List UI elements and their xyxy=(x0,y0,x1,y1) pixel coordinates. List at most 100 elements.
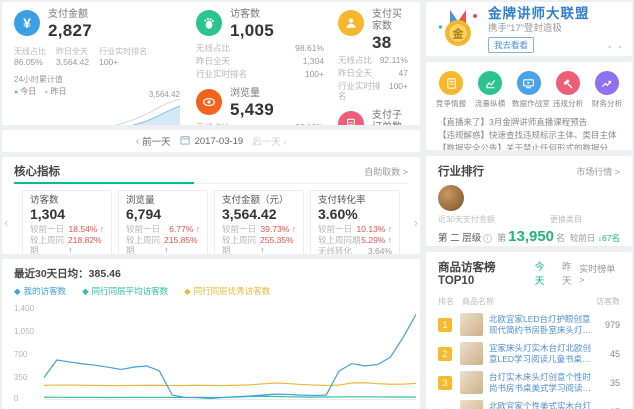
nav-competitive-intel[interactable]: 竞争情报 xyxy=(433,71,469,109)
realtime-ranking-link[interactable]: 实时榜单 > xyxy=(579,262,620,285)
payment-stats: 无线占比86.05% 昨日全天3,564.42 行业实时排名100+ xyxy=(14,47,182,68)
legend-my-visitors[interactable]: ◆我的访客数 xyxy=(14,285,66,297)
chevron-right-icon: › xyxy=(283,137,286,148)
product-thumbnail xyxy=(460,342,483,365)
top10-title: 商品访客榜TOP10 xyxy=(438,259,525,287)
legend-label: 同行同层优秀访客数 xyxy=(194,285,271,297)
legend-label: 同行同层平均访客数 xyxy=(92,285,169,297)
metric-tile-pageviews[interactable]: 浏览量 5,439 无线占比99.10% 昨日全天6,794 xyxy=(196,88,324,125)
metric-label: 浏览量 xyxy=(230,88,274,100)
prev-day-label: 前一天 xyxy=(142,137,171,148)
stat-key: 昨日全天 xyxy=(56,47,89,57)
table-row[interactable]: 3 台灯实木床头灯创意个性时尚书房书桌美式学习阅读礼物台灯 35 xyxy=(438,371,620,394)
tab-value: 1,304 xyxy=(30,206,104,223)
metric-tile-visitors[interactable]: 访客数 1,005 无线占比98.61% 昨日全天1,304 行业实时排名100… xyxy=(196,9,324,79)
tab-today[interactable]: 今天 xyxy=(535,259,552,287)
top10-table-header: 排名 商品名称 访客数 xyxy=(438,296,620,307)
switch-category-link[interactable]: 更换类目 xyxy=(550,214,582,225)
next-day-button[interactable]: 后一天 › xyxy=(252,134,286,148)
line-chart-plot xyxy=(44,308,416,400)
tab-yesterday[interactable]: 昨天 xyxy=(562,259,579,287)
legend-peer-excellent[interactable]: ◆同行同层优秀访客数 xyxy=(184,285,270,297)
visitors-30d-chart: 1,400 1,050 700 350 0 xyxy=(14,304,408,408)
self-service-data-link[interactable]: 自助取数 > xyxy=(364,165,408,178)
nav-data-war-room[interactable]: 数据作战室 xyxy=(511,71,547,109)
tab-visitors[interactable]: 访客数 1,304 较前一日18.54% ↑ 较上周同期218.82% ↑ 无线… xyxy=(22,190,112,254)
stat-value: 99.10% xyxy=(295,122,324,125)
tabs-scroll-right-icon[interactable]: › xyxy=(414,215,418,230)
table-row[interactable]: 2 宜家床头灯实木台灯北欧创意LED学习阅读儿童书桌卧室床头台灯 45 xyxy=(438,342,620,365)
tab-conversion-rate[interactable]: 支付转化率 3.60% 较前一日10.13% ↑ 较上周同期5.29% ↑ 无线… xyxy=(310,190,400,254)
table-row[interactable]: 1 北欧宜家LED台灯护眼创意现代简约书房卧室床头灯学习阅读台灯 979 xyxy=(438,313,620,336)
header-visitors: 访客数 xyxy=(592,296,620,307)
tab-label: 浏览量 xyxy=(126,195,200,206)
legend-peer-average[interactable]: ◆同行同层平均访客数 xyxy=(82,285,168,297)
buyer-person-icon xyxy=(338,10,364,36)
announcement-item[interactable]: 【数据安全公告】关于禁止任何形式的数据分享的公告 xyxy=(438,142,620,150)
diamond-marker-icon: ◆ xyxy=(14,286,21,297)
tab-payment-amount[interactable]: 支付金额（元） 3,564.42 较前一日39.73% ↑ 较上周同期255.3… xyxy=(214,190,304,254)
date-picker[interactable]: 2017-03-19 xyxy=(195,136,244,147)
rank-number: 13,950 xyxy=(508,228,554,245)
info-icon[interactable]: i xyxy=(483,234,492,243)
visitor-count: 45 xyxy=(592,349,620,359)
tab-value: 3,564.42 xyxy=(222,206,296,223)
stat-value: 215.85% xyxy=(164,235,198,245)
stat-value: 218.82% xyxy=(68,235,102,245)
stat-key: 无线占比 xyxy=(196,122,230,125)
stat-key: 无线占比 xyxy=(196,43,230,53)
tabs-scroll-left-icon[interactable]: ‹ xyxy=(4,215,8,230)
legend-yesterday[interactable]: 昨日 xyxy=(50,87,66,96)
product-title-link[interactable]: 宜家床头灯实木台灯北欧创意LED学习阅读儿童书桌卧室床头台灯 xyxy=(489,343,592,365)
product-thumbnail xyxy=(460,400,483,409)
carousel-dots[interactable]: ● ● xyxy=(608,44,624,51)
product-title-link[interactable]: 北欧宜家LED台灯护眼创意现代简约书房卧室床头灯学习阅读台灯 xyxy=(489,314,592,336)
monitor-icon xyxy=(517,71,541,95)
legend-today[interactable]: 今日 xyxy=(20,87,36,96)
stat-value: 100+ xyxy=(305,69,324,79)
stat-key: 无线转化 xyxy=(318,246,352,254)
announcement-item[interactable]: 【违规解惑】快速查找违规标示主体、类目主体 xyxy=(438,129,620,142)
core-metrics-card: 核心指标 自助取数 > ‹ › 访客数 1,304 较前一日18.54% ↑ 较… xyxy=(2,157,420,254)
tab-label: 访客数 xyxy=(30,195,104,206)
promo-banner[interactable]: 金 金牌讲师大联盟 携手“17”登封造极 我去看看 ● ● xyxy=(426,2,632,56)
quick-nav-card: 竞争情报 流量纵横 数据作战室 xyxy=(426,62,632,150)
product-title-link[interactable]: 北欧宜家个性美式实木台灯 简约现代 xyxy=(489,401,592,409)
stat-key: 较前一日 xyxy=(222,224,256,234)
nav-traffic-analysis[interactable]: 流量纵横 xyxy=(472,71,508,109)
rank-number: 4 xyxy=(438,405,452,409)
legend-label: 我的访客数 xyxy=(24,285,67,297)
metric-tile-paying-buyers[interactable]: 支付买家数 38 无线占比92.11% 昨日全天47 行业实时排名100+ xyxy=(338,9,408,101)
metrics-right-column: 支付买家数 38 无线占比92.11% 昨日全天47 行业实时排名100+ xyxy=(338,9,408,121)
increase-arrow-icon: ↑ xyxy=(164,245,168,254)
calendar-icon xyxy=(180,135,190,148)
stat-key: 较前一日 xyxy=(30,224,64,234)
stat-key: 行业实时排名 xyxy=(196,69,247,79)
market-quotes-link[interactable]: 市场行情 > xyxy=(576,165,620,178)
core-metrics-title: 核心指标 xyxy=(14,163,60,179)
rank-delta-value: 67名 xyxy=(602,233,620,243)
nav-violation-analysis[interactable]: 违规分析 xyxy=(550,71,586,109)
announcement-item[interactable]: 【直播来了】3月金牌讲师直播课程预告 xyxy=(438,116,620,129)
stat-value: 255.35% xyxy=(260,235,294,245)
y-axis-tick: 700 xyxy=(14,350,27,359)
prev-day-button[interactable]: ‹ 前一天 xyxy=(135,134,170,148)
banner-cta-button[interactable]: 我去看看 xyxy=(488,37,534,53)
stat-value: 39.73% xyxy=(261,224,290,234)
table-row[interactable]: 4 北欧宜家个性美式实木台灯 简约现代 17 xyxy=(438,400,620,409)
core-metric-tabs: 访客数 1,304 较前一日18.54% ↑ 较上周同期218.82% ↑ 无线… xyxy=(14,190,408,254)
banner-subtitle: 携手“17”登封造极 xyxy=(488,22,590,35)
metric-value: 5,439 xyxy=(230,100,274,119)
tab-pageviews[interactable]: 浏览量 6,794 较前一日6.77% ↑ 较上周同期215.85% ↑ 无线占… xyxy=(118,190,208,254)
metric-tile-payment-amount[interactable]: ¥ 支付金额 2,827 无线占比86.05% 昨日全天3,564.42 行业实… xyxy=(14,9,182,121)
increase-arrow-icon: ↑ xyxy=(196,224,200,234)
metric-tile-paid-suborders[interactable]: 支付子订单数 38 无线占比92.11% 昨日全天51 xyxy=(338,110,408,125)
stat-value: 3,564.42 xyxy=(56,57,89,68)
gavel-icon xyxy=(556,71,580,95)
date-navigation-bar: ‹ 前一天 2017-03-19 后一天 › xyxy=(2,130,420,152)
product-title-link[interactable]: 台灯实木床头灯创意个性时尚书房书桌美式学习阅读礼物台灯 xyxy=(489,372,592,394)
nav-finance-analysis[interactable]: 财务分析 xyxy=(589,71,625,109)
trend-chart-title: 最近30天日均：385.46 xyxy=(14,266,408,281)
stat-key: 行业实时排名 xyxy=(99,47,147,57)
stat-key: 昨日全天 xyxy=(338,68,372,78)
